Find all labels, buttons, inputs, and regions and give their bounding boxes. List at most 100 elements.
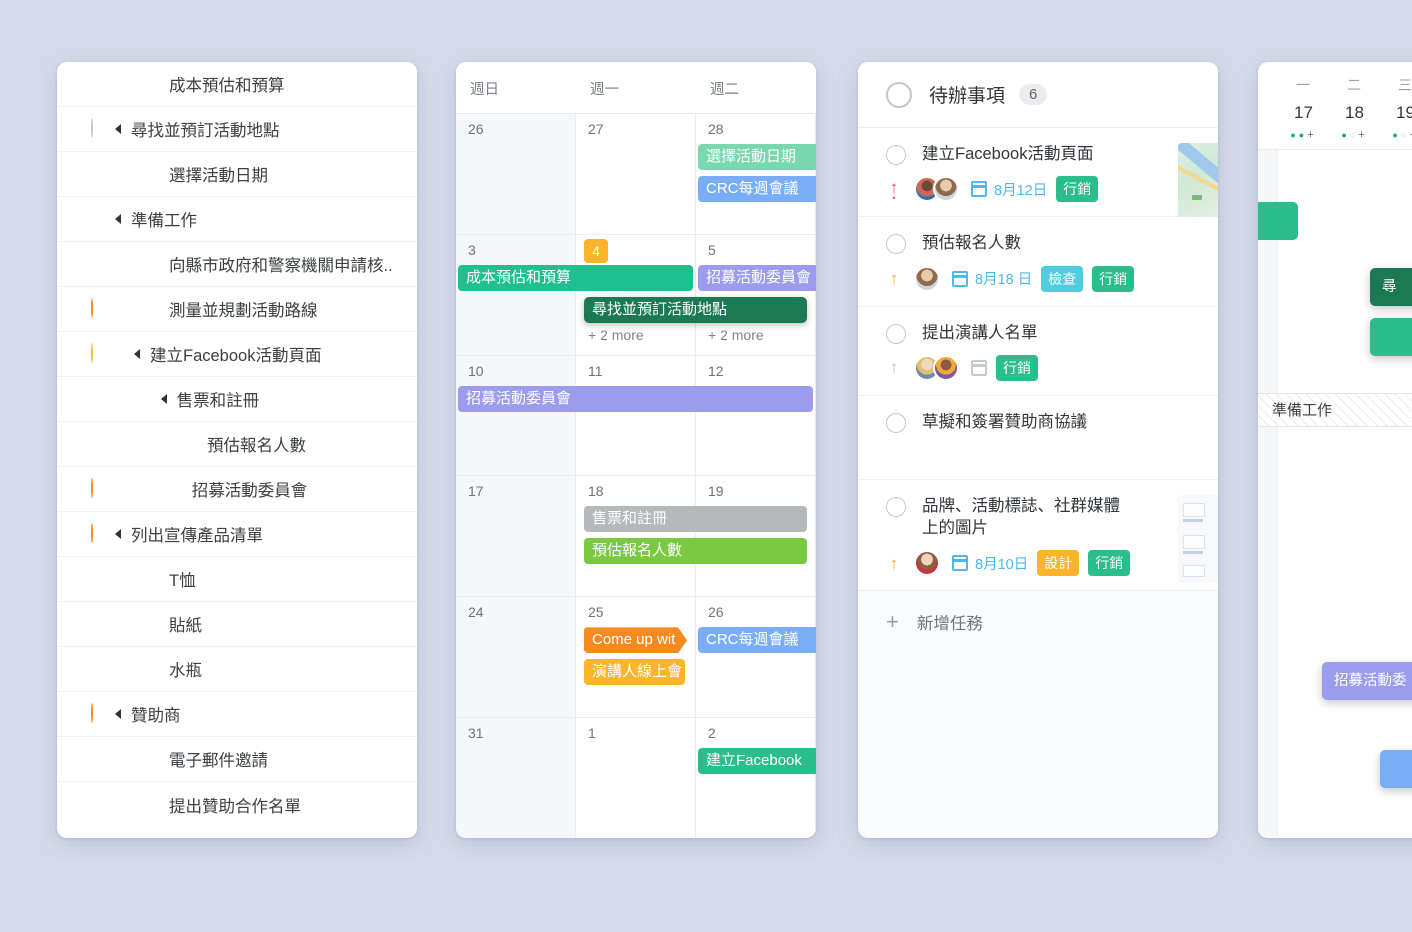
outline-row-label: 測量並規劃活動路線 xyxy=(169,302,318,320)
calendar-day-cell[interactable]: 26 xyxy=(696,597,816,718)
calendar-day-cell[interactable]: 27 xyxy=(576,114,696,234)
calendar-event-chip[interactable]: 建立Facebook xyxy=(698,748,816,775)
outline-row[interactable]: 成本預估和預算 xyxy=(57,62,417,107)
assignee-avatars[interactable] xyxy=(914,176,959,203)
calendar-day-cell[interactable]: 1 xyxy=(576,718,696,838)
calendar-event-chip[interactable]: CRC每週會議 xyxy=(698,627,816,654)
collapse-caret-icon[interactable] xyxy=(134,349,140,359)
outline-row[interactable]: T恤 xyxy=(57,557,417,602)
outline-row[interactable]: 準備工作 xyxy=(57,197,417,242)
timeline-task-bar[interactable] xyxy=(1258,202,1298,240)
timeline-day-dots: ●○+ xyxy=(1392,129,1412,141)
calendar-event-chip[interactable]: 成本預估和預算 xyxy=(458,264,693,291)
outline-row[interactable]: 招募活動委員會 xyxy=(57,467,417,512)
timeline-header: 一 17 ●●+ 二 18 ●○+ 三 19 ●○+ xyxy=(1258,62,1412,150)
calendar-event-chip[interactable]: Come up wit xyxy=(584,627,687,653)
calendar-event-chip[interactable]: 招募活動委員會 xyxy=(458,385,813,412)
timeline-task-bar[interactable]: 招募活動委 xyxy=(1322,662,1412,700)
priority-arrow-icon[interactable]: ↑ xyxy=(886,270,902,287)
timeline-task-bar[interactable]: 尋 xyxy=(1370,268,1412,306)
calendar-day-cell[interactable]: 2 xyxy=(696,718,816,838)
calendar-day-cell[interactable]: 11 xyxy=(576,355,696,476)
task-checkbox-icon[interactable] xyxy=(886,234,906,255)
timeline-day-column-header[interactable]: 一 17 ●●+ xyxy=(1278,62,1329,149)
outline-row-label: 提出贊助合作名單 xyxy=(169,797,301,816)
collapse-caret-icon[interactable] xyxy=(115,214,121,224)
calendar-more-events-link[interactable]: + 2 more xyxy=(588,327,644,343)
calendar-more-events-link[interactable]: + 2 more xyxy=(708,327,764,343)
task-tag[interactable]: 行銷 xyxy=(1056,176,1099,203)
calendar-day-cell[interactable]: 12 xyxy=(696,355,816,476)
assignee-avatars[interactable] xyxy=(914,550,940,577)
calendar-event-chip[interactable]: 招募活動委員會 xyxy=(698,264,816,291)
outline-row[interactable]: 建立Facebook活動頁面 xyxy=(57,332,417,377)
outline-row[interactable]: 選擇活動日期 xyxy=(57,152,417,197)
todo-task-card[interactable]: 提出演講人名單 ↑ 行銷 xyxy=(858,306,1218,396)
todo-header-checkbox-icon[interactable] xyxy=(886,81,912,108)
outline-row[interactable]: 尋找並預訂活動地點 xyxy=(57,107,417,152)
priority-arrow-icon[interactable]: ↑ • xyxy=(886,179,902,203)
assignee-avatars[interactable] xyxy=(914,354,959,381)
task-tag[interactable]: 行銷 xyxy=(1088,550,1131,577)
calendar-day-cell[interactable]: 26 xyxy=(456,114,576,234)
task-checkbox-icon[interactable] xyxy=(886,496,906,517)
outline-row[interactable]: 列出宣傳產品清單 xyxy=(57,512,417,557)
calendar-day-cell[interactable]: 10 xyxy=(456,355,576,476)
progress-half-icon xyxy=(91,298,111,319)
calendar-day-cell[interactable]: 25 xyxy=(576,597,696,718)
outline-row[interactable]: 向縣市政府和警察機關申請核.. xyxy=(57,242,417,287)
outline-row[interactable]: 提出贊助合作名單 xyxy=(57,782,417,827)
calendar-event-chip[interactable]: 選擇活動日期 xyxy=(698,144,816,170)
timeline-task-bar[interactable] xyxy=(1380,750,1412,788)
calendar-day-cell[interactable]: 17 xyxy=(456,476,576,597)
collapse-caret-icon[interactable] xyxy=(115,529,121,539)
todo-task-card[interactable]: 預估報名人數 ↑ 8月18 日檢查 行銷 xyxy=(858,217,1218,307)
collapse-caret-icon[interactable] xyxy=(115,709,121,719)
assignee-avatars[interactable] xyxy=(914,265,940,292)
task-tag[interactable]: 檢查 xyxy=(1041,265,1084,292)
calendar-event-chip[interactable]: CRC每週會議 xyxy=(698,176,816,202)
task-checkbox-icon[interactable] xyxy=(886,145,906,165)
calendar-event-chip[interactable]: 演講人線上會 xyxy=(584,659,685,686)
collapse-caret-icon[interactable] xyxy=(160,394,167,404)
task-tag[interactable]: 行銷 xyxy=(1092,265,1135,292)
calendar-day-cell[interactable]: 18 xyxy=(576,476,696,597)
todo-task-card[interactable]: 品牌、活動標誌、社群媒體上的圖片 ↑ 8月10日 設計 行銷 xyxy=(858,479,1218,592)
avatar xyxy=(933,354,959,381)
design-thumbnail[interactable] xyxy=(1178,494,1218,583)
priority-arrow-icon[interactable]: ↑ xyxy=(886,359,902,376)
task-checkbox-icon[interactable] xyxy=(886,412,906,433)
priority-arrow-icon[interactable]: ↑ xyxy=(886,555,902,572)
calendar-day-cell[interactable]: 24 xyxy=(456,597,576,718)
calendar-day-cell[interactable]: 3 xyxy=(456,234,576,355)
calendar-event-chip[interactable]: 尋找並預訂活動地點 xyxy=(584,296,807,323)
timeline-task-bar[interactable] xyxy=(1370,318,1412,356)
timeline-day-column-header[interactable]: 三 19 ●○+ xyxy=(1380,62,1412,149)
calendar-icon[interactable] xyxy=(952,270,968,287)
calendar-event-chip[interactable]: 售票和註冊 xyxy=(584,506,807,533)
calendar-day-number: 18 xyxy=(588,483,604,500)
calendar-icon[interactable] xyxy=(971,181,987,198)
outline-row[interactable]: 水瓶 xyxy=(57,647,417,692)
add-task-button[interactable]: + 新增任務 xyxy=(858,591,1218,654)
outline-row[interactable]: 貼紙 xyxy=(57,602,417,647)
collapse-caret-icon[interactable] xyxy=(115,124,121,134)
todo-task-card[interactable]: 草擬和簽署贊助商協議 xyxy=(858,395,1218,480)
calendar-event-chip[interactable]: 預估報名人數 xyxy=(584,538,807,565)
outline-row[interactable]: 售票和註冊 xyxy=(57,377,417,422)
calendar-day-cell[interactable]: 31 xyxy=(456,718,576,838)
timeline-day-column-header[interactable]: 二 18 ●○+ xyxy=(1329,62,1380,149)
outline-row[interactable]: 測量並規劃活動路線 xyxy=(57,287,417,332)
outline-row[interactable]: 預估報名人數 xyxy=(57,422,417,467)
calendar-icon[interactable] xyxy=(952,555,968,572)
calendar-icon[interactable] xyxy=(971,359,987,376)
calendar-day-cell[interactable]: 28 xyxy=(696,114,816,234)
task-tag[interactable]: 設計 xyxy=(1037,550,1080,577)
timeline-group-row[interactable]: 準備工作 xyxy=(1258,393,1412,427)
outline-row[interactable]: 電子郵件邀請 xyxy=(57,737,417,782)
task-checkbox-icon[interactable] xyxy=(886,323,906,344)
calendar-day-cell[interactable]: 19 xyxy=(696,476,816,597)
todo-task-card[interactable]: 建立Facebook活動頁面 ↑ • 8月12日 行銷 xyxy=(858,128,1218,231)
task-tag[interactable]: 行銷 xyxy=(996,354,1038,381)
outline-row[interactable]: 贊助商 xyxy=(57,692,417,737)
